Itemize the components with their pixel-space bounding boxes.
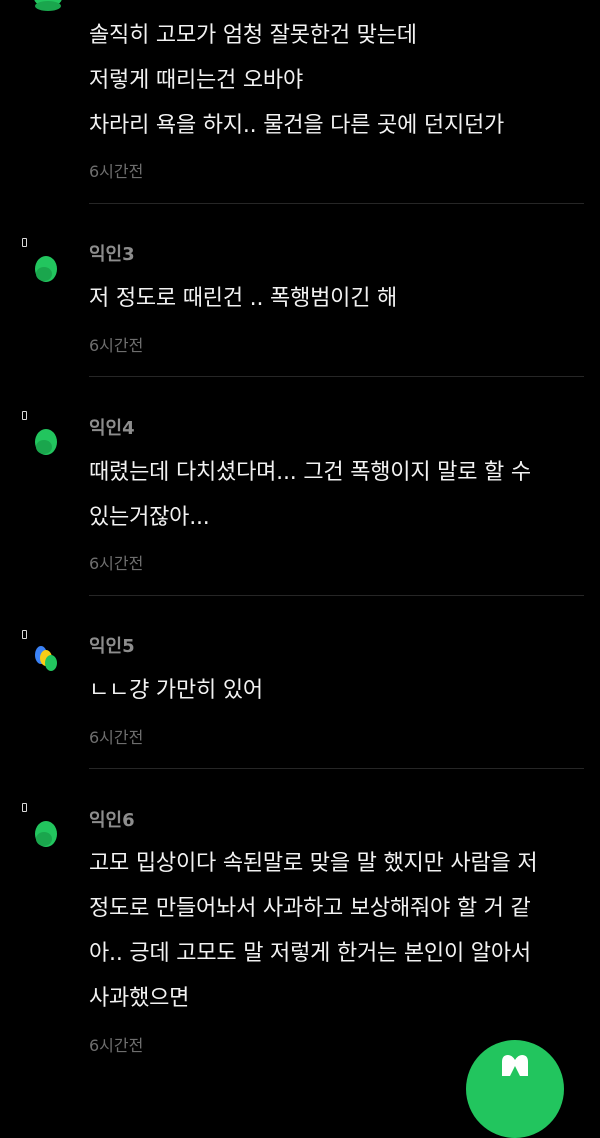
comment-nickname[interactable]: 익인3 <box>89 240 135 266</box>
comment-timestamp: 6시간전 <box>89 336 144 355</box>
comment-text-line: 저 정도로 때린건 .. 폭행범이긴 해 <box>89 286 398 311</box>
write-button[interactable] <box>466 1040 564 1138</box>
comment-text-line: ㄴㄴ걍 가만히 있어 <box>89 678 263 703</box>
comment-timestamp: 6시간전 <box>89 728 144 747</box>
comment-text-line: 사과했으면 <box>89 986 190 1011</box>
green-blob-avatar-icon <box>35 821 57 847</box>
comment-timestamp: 6시간전 <box>89 1036 144 1055</box>
comment-text-line: 정도로 만들어놔서 사과하고 보상해줘야 할 거 같 <box>89 896 531 921</box>
green-blob-avatar-icon <box>35 256 57 282</box>
comment-nickname[interactable]: 익인6 <box>89 806 135 832</box>
comment-divider <box>89 376 584 377</box>
comment-timestamp: 6시간전 <box>89 162 144 181</box>
multicolor-blob-avatar-icon <box>35 646 57 671</box>
avatar[interactable] <box>20 411 64 455</box>
comment-divider <box>89 768 584 769</box>
comment-text-line: 저렇게 때리는건 오바야 <box>89 68 303 93</box>
avatar[interactable] <box>20 0 64 30</box>
comment-divider <box>89 595 584 596</box>
green-blob-avatar-icon <box>35 429 57 455</box>
comment-text-line: 있는거잖아... <box>89 505 210 530</box>
comment-text-line: 때렸는데 다치셨다며... 그건 폭행이지 말로 할 수 <box>89 460 531 485</box>
comment-nickname[interactable]: 익인5 <box>89 632 135 658</box>
write-icon <box>502 1055 528 1076</box>
comment-nickname[interactable]: 익인4 <box>89 414 135 440</box>
comment-timestamp: 6시간전 <box>89 554 144 573</box>
green-blob-avatar-icon <box>34 0 62 11</box>
avatar[interactable] <box>20 630 64 674</box>
comment-text-line: 차라리 욕을 하지.. 물건을 다른 곳에 던지던가 <box>89 113 505 138</box>
avatar[interactable] <box>20 803 64 847</box>
comment-text-line: 아.. 긍데 고모도 말 저렇게 한거는 본인이 알아서 <box>89 941 531 966</box>
comment-text-line: 솔직히 고모가 엄청 잘못한건 맞는데 <box>89 23 417 48</box>
comment-divider <box>89 203 584 204</box>
comment-text-line: 고모 밉상이다 속된말로 맞을 말 했지만 사람을 저 <box>89 851 538 876</box>
avatar[interactable] <box>20 238 64 282</box>
